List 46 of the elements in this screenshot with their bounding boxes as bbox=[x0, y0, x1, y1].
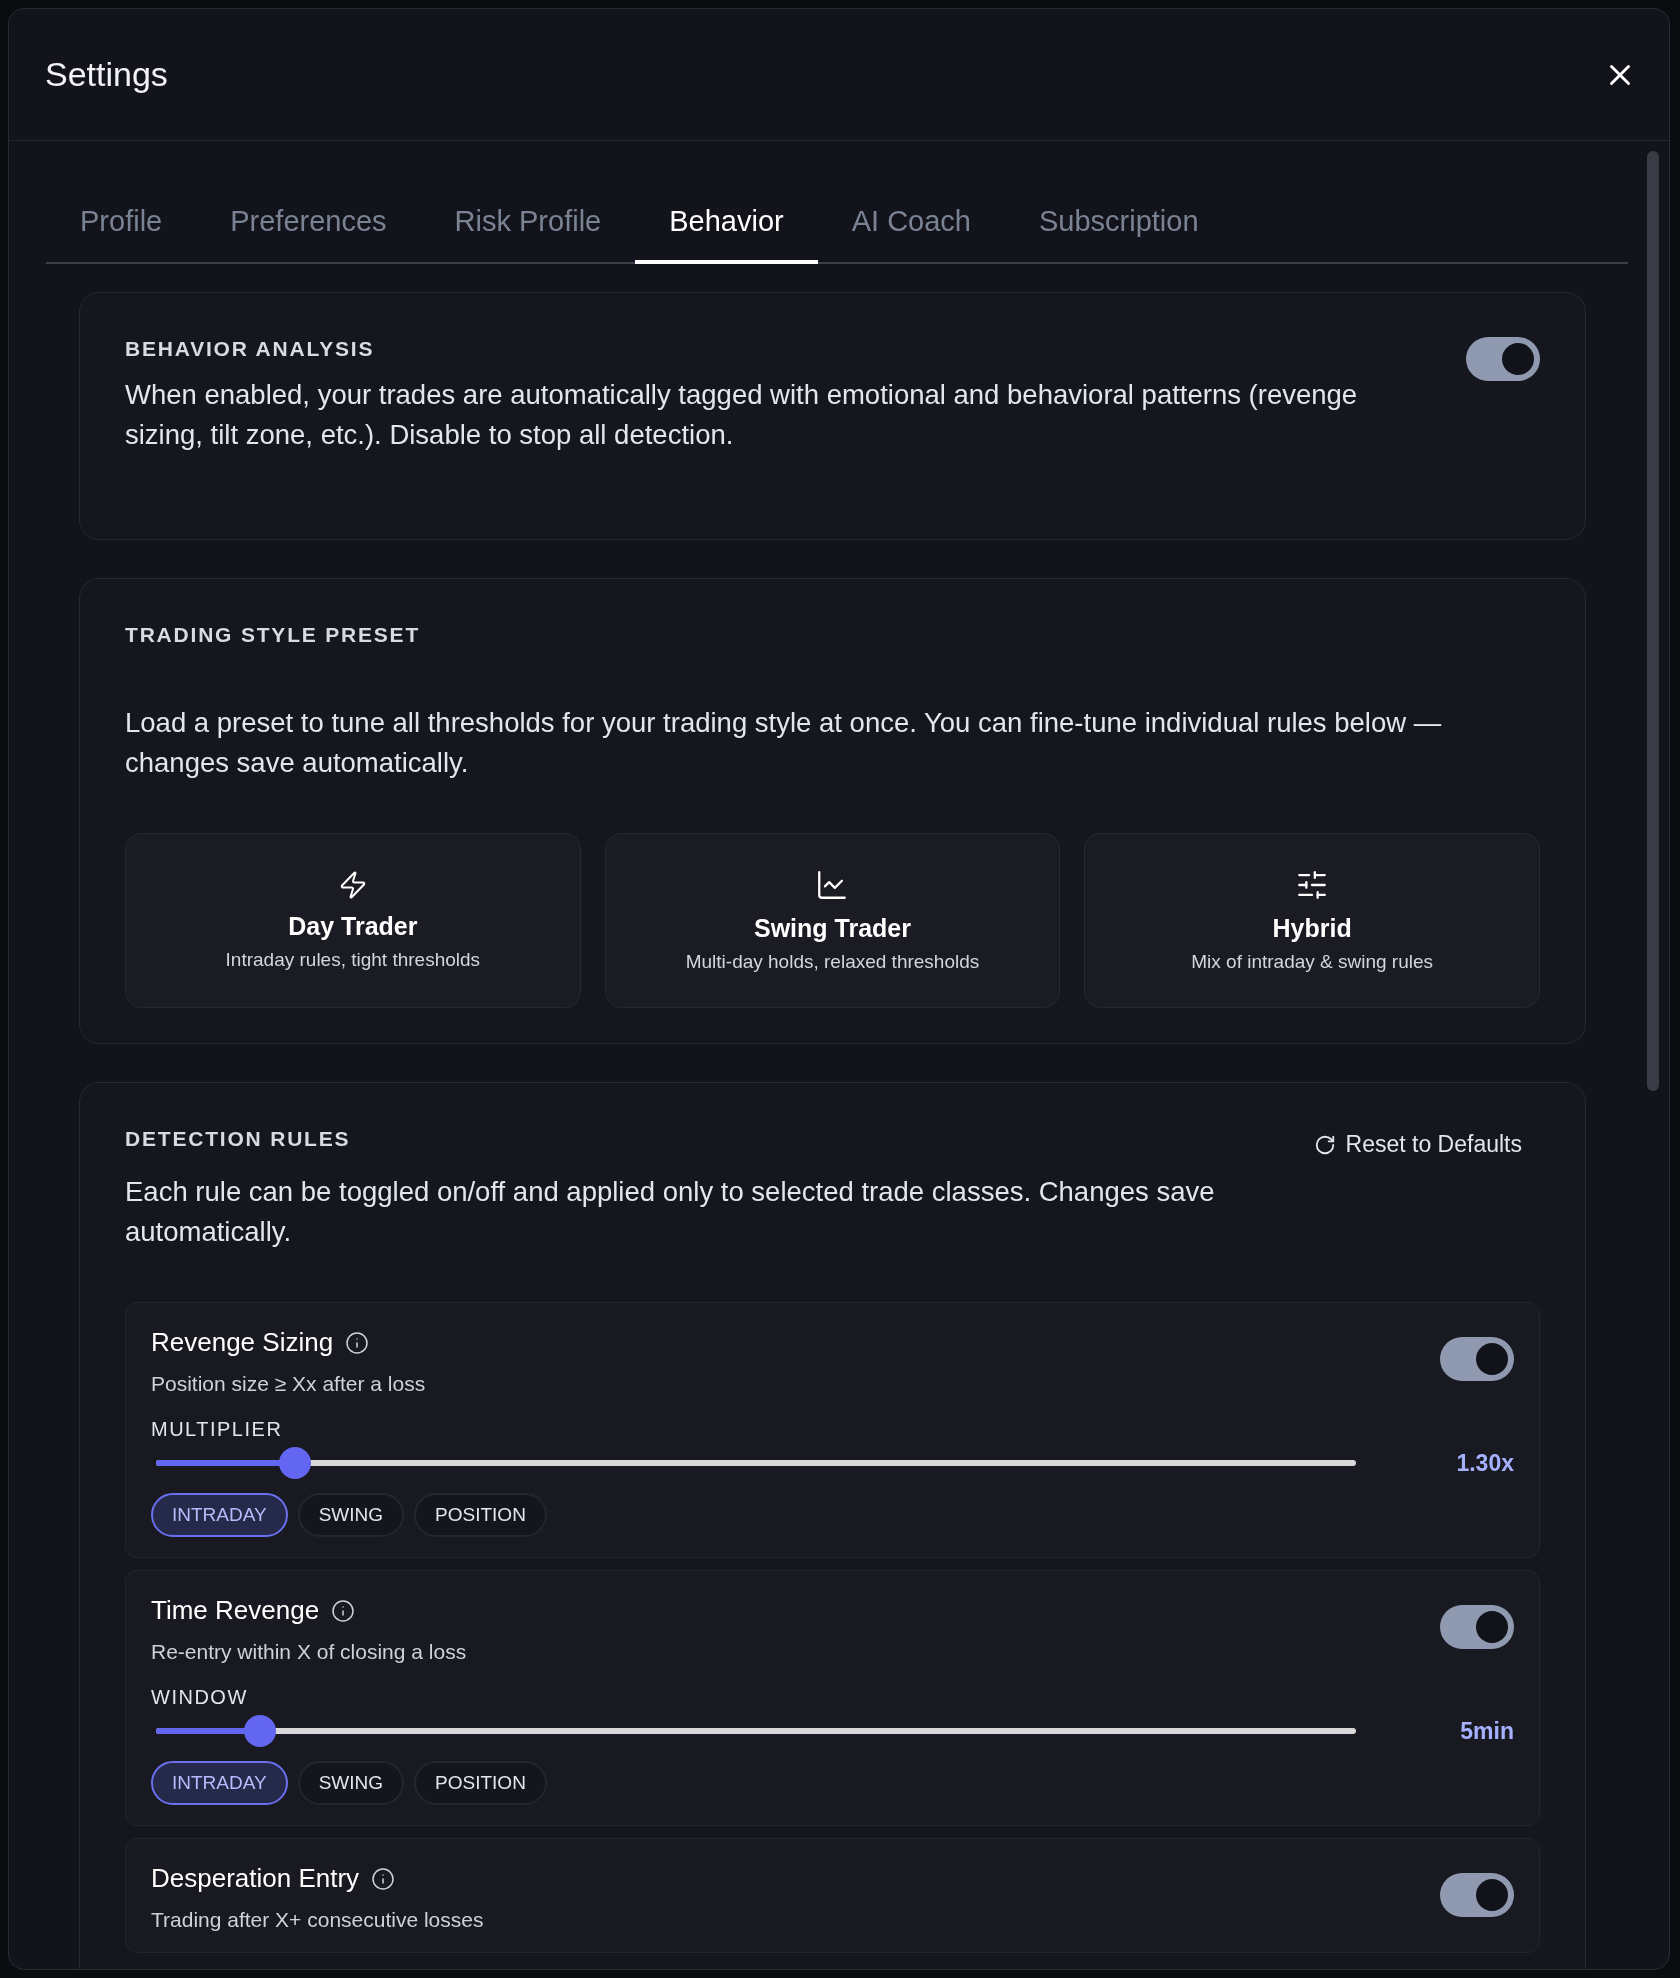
section-description: Each rule can be toggled on/off and applied only to selected trade classes. Changes save automatically. bbox=[125, 1175, 1216, 1249]
slider[interactable] bbox=[156, 1447, 1356, 1479]
section-heading: TRADING STYLE PRESET bbox=[125, 623, 422, 647]
preset-button[interactable]: Day Trader Intraday rules, tight thresholds bbox=[125, 833, 581, 1008]
reset-icon bbox=[1313, 1133, 1336, 1156]
toggle-switch[interactable] bbox=[1440, 1873, 1514, 1917]
slider-thumb[interactable] bbox=[279, 1447, 312, 1479]
trade-class-chip[interactable]: SWING bbox=[297, 1761, 405, 1805]
rule-title: Revenge Sizing bbox=[151, 1327, 334, 1358]
trade-class-chip[interactable]: POSITION bbox=[414, 1493, 547, 1537]
info-icon[interactable] bbox=[345, 1330, 370, 1355]
info-icon[interactable] bbox=[331, 1598, 356, 1623]
trade-class-chip[interactable]: SWING bbox=[297, 1493, 405, 1537]
section-description: Load a preset to tune all thresholds for your trading style at once. You can fine-tune individual rules below — changes save automatically. bbox=[125, 706, 1443, 780]
rule-description: Trading after X+ consecutive losses bbox=[151, 1908, 484, 1932]
preset-button[interactable]: Hybrid Mix of intraday & swing rules bbox=[1084, 833, 1540, 1008]
info-icon[interactable] bbox=[371, 1866, 396, 1891]
rule-description: Re-entry within X of closing a loss bbox=[151, 1640, 467, 1664]
rule-title: Desperation Entry bbox=[151, 1863, 360, 1894]
section-heading: DETECTION RULES bbox=[125, 1127, 351, 1151]
rule-description: Position size ≥ Xx after a loss bbox=[151, 1372, 426, 1396]
tab[interactable]: AI Coach bbox=[817, 187, 1005, 264]
rule-title: Time Revenge bbox=[151, 1595, 320, 1626]
toggle-switch[interactable] bbox=[1440, 1605, 1514, 1649]
tab[interactable]: Risk Profile bbox=[420, 187, 636, 264]
window-title: Settings bbox=[45, 55, 168, 94]
section-description: When enabled, your trades are automatically tagged with emotional and behavioral patterns (revenge sizing, tilt zone, etc.). Disable to stop all detection. bbox=[125, 378, 1359, 452]
section-heading: BEHAVIOR ANALYSIS bbox=[125, 337, 376, 361]
reset-button[interactable]: Reset to Defaults bbox=[1313, 1131, 1522, 1158]
tab[interactable]: Behavior bbox=[635, 187, 818, 264]
preset-button[interactable]: Swing Trader Multi-day holds, relaxed thresholds bbox=[604, 833, 1061, 1008]
slider-value: 5min bbox=[1460, 1717, 1514, 1745]
trade-class-chip[interactable]: INTRADAY bbox=[151, 1761, 288, 1805]
trade-class-chip[interactable]: INTRADAY bbox=[151, 1493, 288, 1537]
toggle-switch[interactable] bbox=[1466, 337, 1540, 381]
trade-class-chip[interactable]: POSITION bbox=[414, 1761, 547, 1805]
slider-thumb[interactable] bbox=[244, 1715, 277, 1747]
tab[interactable]: Profile bbox=[46, 187, 197, 264]
slider[interactable] bbox=[156, 1715, 1356, 1747]
scrollbar-thumb[interactable] bbox=[1647, 151, 1659, 1091]
slider-value: 1.30x bbox=[1456, 1449, 1514, 1477]
tab[interactable]: Subscription bbox=[1005, 187, 1233, 264]
tab[interactable]: Preferences bbox=[196, 187, 421, 264]
slider-label: MULTIPLIER bbox=[151, 1418, 284, 1441]
slider-label: WINDOW bbox=[151, 1686, 249, 1709]
toggle-switch[interactable] bbox=[1440, 1337, 1514, 1381]
